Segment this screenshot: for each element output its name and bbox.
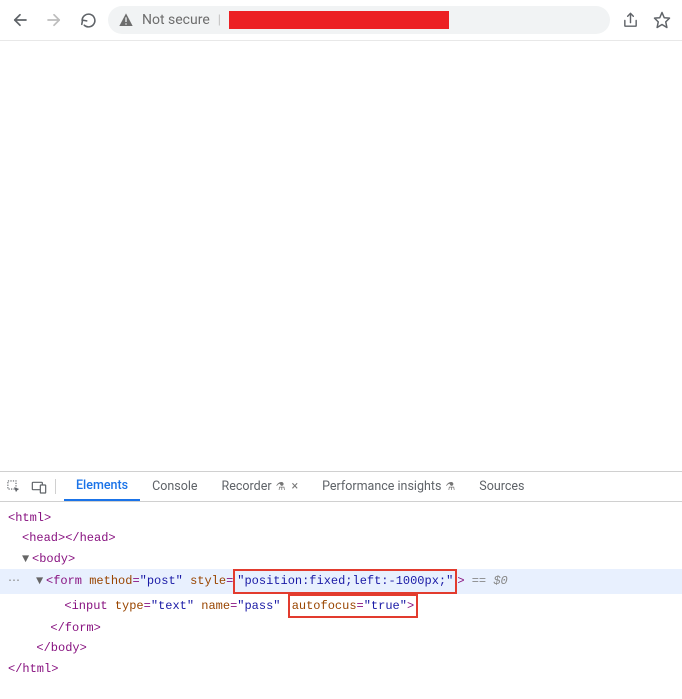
reload-icon (80, 12, 97, 29)
toolbar-right-icons (620, 10, 672, 30)
tab-console[interactable]: Console (140, 472, 209, 501)
dom-form-open: <form (46, 574, 89, 588)
devtools-left-icons (6, 479, 56, 494)
attr-name: type (115, 599, 144, 613)
dom-node[interactable]: </body> (36, 641, 86, 655)
tab-recorder[interactable]: Recorder ⚗ × (210, 472, 311, 501)
url-redacted (229, 11, 449, 29)
attr-name: name (201, 599, 230, 613)
attr-value: "position:fixed;left:-1000px;" (237, 574, 453, 588)
dom-node[interactable]: <html> (8, 511, 51, 525)
dom-node[interactable]: </form> (50, 621, 100, 635)
reload-button[interactable] (78, 10, 98, 30)
arrow-left-icon (11, 11, 29, 29)
page-viewport (0, 41, 682, 471)
attr-name: style (190, 574, 226, 588)
highlight-box-autofocus: autofocus="true"> (288, 594, 418, 618)
address-bar[interactable]: Not secure | (108, 6, 610, 34)
back-button[interactable] (10, 10, 30, 30)
arrow-right-icon (45, 11, 63, 29)
attr-value: "true" (364, 599, 407, 613)
share-icon (622, 12, 639, 29)
security-status-text: Not secure (142, 12, 210, 28)
tab-label: Performance insights (322, 479, 441, 494)
tab-label: Recorder (222, 479, 272, 494)
attr-name: autofocus (292, 599, 357, 613)
inspect-element-icon[interactable] (6, 479, 21, 494)
attr-value: "pass" (237, 599, 280, 613)
divider: | (218, 13, 221, 28)
dom-node[interactable]: </html> (8, 662, 58, 676)
dom-node[interactable]: <head></head> (22, 531, 116, 545)
expand-caret-icon[interactable]: ▼ (36, 571, 46, 591)
nav-icons (10, 10, 98, 30)
devtools-tabs: Elements Console Recorder ⚗ × Performanc… (0, 472, 682, 502)
expand-caret-icon[interactable]: ▼ (22, 549, 32, 569)
selected-dom-node[interactable]: ⋯▼<form method="post" style="position:fi… (0, 569, 682, 593)
flask-icon: ⚗ (445, 480, 455, 493)
dom-node[interactable]: <body> (32, 552, 75, 566)
flask-icon: ⚗ (276, 480, 286, 493)
tab-label: Console (152, 479, 197, 494)
share-button[interactable] (620, 10, 640, 30)
tab-elements[interactable]: Elements (64, 472, 140, 501)
tab-sources[interactable]: Sources (467, 472, 536, 501)
tab-label: Elements (76, 478, 128, 493)
warning-icon (118, 12, 134, 28)
forward-button[interactable] (44, 10, 64, 30)
attr-name: method (89, 574, 132, 588)
device-toolbar-icon[interactable] (31, 480, 47, 494)
close-icon[interactable]: × (291, 479, 298, 494)
tab-performance-insights[interactable]: Performance insights ⚗ (310, 472, 467, 501)
highlight-box-style: "position:fixed;left:-1000px;" (233, 569, 457, 593)
attr-value: "text" (151, 599, 194, 613)
selected-indicator: == $0 (472, 574, 508, 588)
dom-close-bracket: > (407, 599, 414, 613)
devtools-panel: Elements Console Recorder ⚗ × Performanc… (0, 471, 682, 699)
browser-toolbar: Not secure | (0, 0, 682, 41)
attr-value: "post" (140, 574, 183, 588)
tab-label: Sources (479, 479, 524, 494)
bookmark-button[interactable] (652, 10, 672, 30)
dom-close-bracket: > (457, 574, 464, 588)
elements-tree[interactable]: <html> <head></head> ▼<body> ⋯▼<form met… (0, 502, 682, 699)
star-icon (653, 11, 671, 29)
ellipsis-icon[interactable]: ⋯ (8, 571, 22, 591)
dom-input-open[interactable]: <input (64, 599, 114, 613)
